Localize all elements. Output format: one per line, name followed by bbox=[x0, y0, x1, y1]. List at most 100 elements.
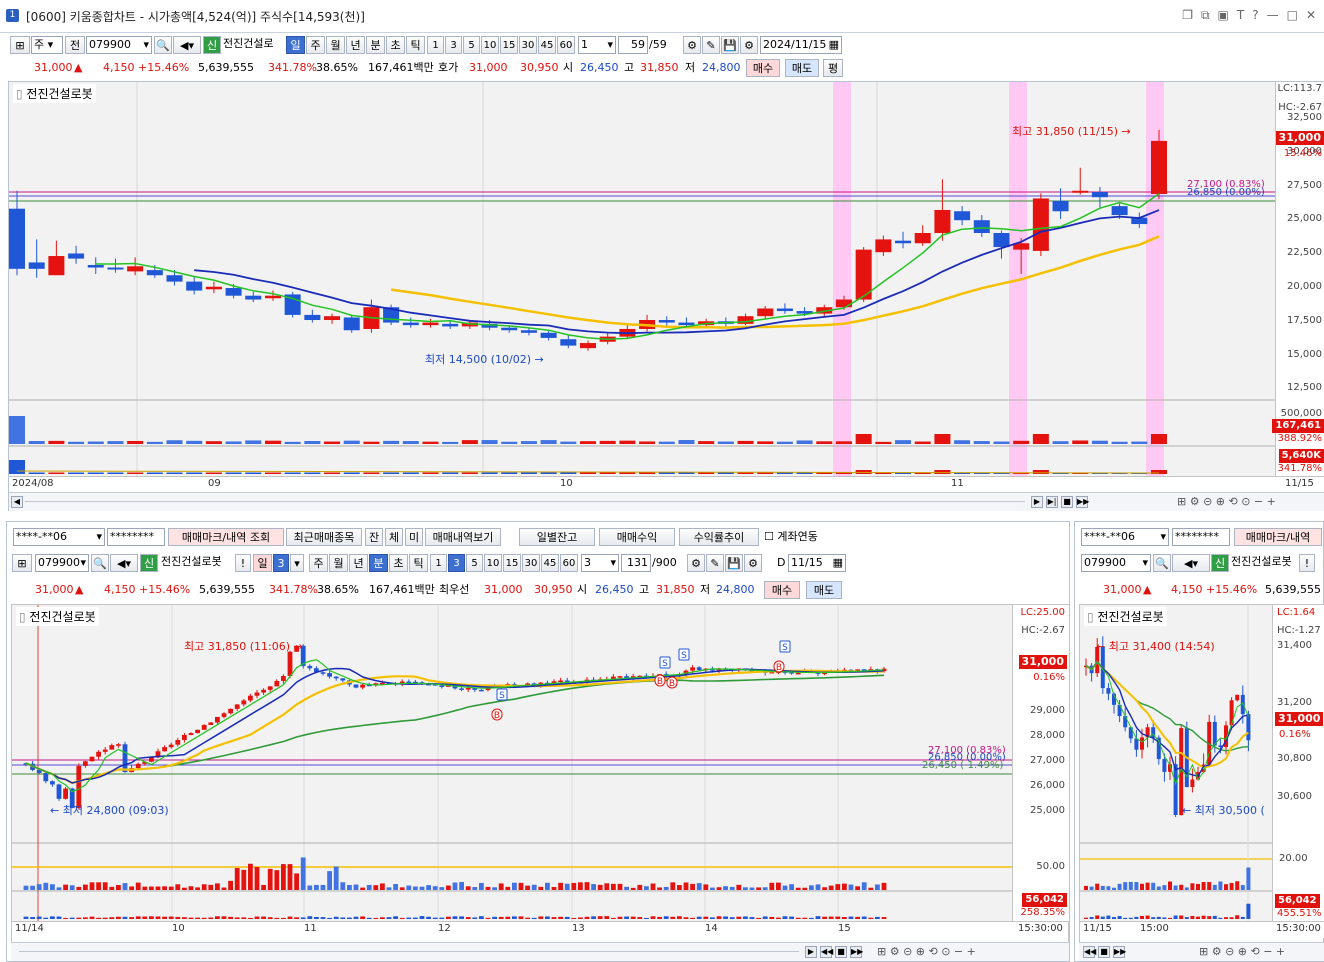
chart-scrollbar[interactable]: ◀ ▶ ▶| ■ ▶▶ ⊞ ⚙ ⊝ ⊕ ⟲ ⊙ − + bbox=[9, 492, 1324, 511]
restore-icon[interactable]: ❐ bbox=[1182, 8, 1193, 23]
prev-fast-icon-3[interactable]: ◀◀ bbox=[1083, 946, 1096, 958]
zoom-icons[interactable]: ⊞ ⚙ ⊝ ⊕ ⟲ ⊙ − + bbox=[1177, 495, 1276, 508]
layout-icon[interactable]: ⊞ bbox=[10, 36, 30, 54]
interval-select[interactable]: 1 ▾ bbox=[578, 36, 616, 54]
alert-icon[interactable]: ! bbox=[235, 554, 251, 572]
stop-icon-3[interactable]: ■ bbox=[1098, 946, 1110, 958]
next-icon[interactable]: ▶| bbox=[1046, 496, 1058, 508]
min-5-button-2[interactable]: 5 bbox=[466, 554, 483, 572]
help-icon[interactable]: ? bbox=[1252, 8, 1258, 23]
period-year-button-2[interactable]: 년 bbox=[349, 554, 368, 572]
gear-icon[interactable]: ⚙ bbox=[740, 36, 758, 54]
recent-trade-button[interactable]: 최근매매종목 bbox=[286, 528, 362, 546]
save-icon-2[interactable]: 💾 bbox=[725, 554, 743, 572]
trade-mark-button-3[interactable]: 매매마크/내역 bbox=[1234, 528, 1322, 546]
count-input-2[interactable]: 131 bbox=[621, 554, 651, 572]
period-week-button[interactable]: 주 bbox=[306, 36, 325, 54]
gear-icon-2[interactable]: ⚙ bbox=[744, 554, 762, 572]
min-3-button-2[interactable]: 3 bbox=[448, 554, 465, 572]
period-year-button[interactable]: 년 bbox=[346, 36, 365, 54]
account-select[interactable]: ****-**06 ▾ bbox=[13, 528, 105, 546]
period-day-button-2[interactable]: 일 bbox=[253, 554, 272, 572]
tool-icon[interactable]: ✎ bbox=[702, 36, 720, 54]
period-number[interactable]: 3 bbox=[273, 554, 289, 572]
sound-icon[interactable]: ◀▾ bbox=[173, 36, 201, 54]
indicator-icon[interactable]: ⚙ bbox=[683, 36, 701, 54]
play-icon-2[interactable]: ▶ bbox=[805, 946, 817, 958]
alert-icon-3[interactable]: ! bbox=[1299, 554, 1315, 572]
play-icon[interactable]: ▶ bbox=[1031, 496, 1043, 508]
count-input[interactable]: 59 bbox=[618, 36, 648, 54]
maximize-icon[interactable]: □ bbox=[1287, 8, 1298, 23]
min-45-button[interactable]: 45 bbox=[538, 36, 556, 54]
close-icon[interactable]: ✕ bbox=[1306, 8, 1316, 23]
password-input-3[interactable]: ******** bbox=[1172, 528, 1230, 546]
unit-second-button-2[interactable]: 초 bbox=[389, 554, 408, 572]
chart-scrollbar-3[interactable]: ◀◀ ■ ▶▶ ⊞ ⚙ ⊝ ⊕ ⟲ − + bbox=[1079, 942, 1324, 961]
min-10-button[interactable]: 10 bbox=[481, 36, 499, 54]
account-link-checkbox[interactable]: ☐ 계좌연동 bbox=[764, 529, 818, 545]
buy-button[interactable]: 매수 bbox=[746, 59, 780, 77]
daily-candle-chart[interactable] bbox=[9, 82, 1275, 482]
sell-button-2[interactable]: 매도 bbox=[806, 581, 842, 599]
stock-code-input-2[interactable]: 079900 ▾ bbox=[35, 554, 89, 572]
trade-mark-button[interactable]: 매매마크/내역 조회 bbox=[168, 528, 284, 546]
unit-second-button[interactable]: 초 bbox=[386, 36, 405, 54]
period-day-button[interactable]: 일 bbox=[286, 36, 305, 54]
sound-icon-2[interactable]: ◀▾ bbox=[110, 554, 138, 572]
trade-profit-button[interactable]: 매매수익 bbox=[599, 528, 675, 546]
scroll-track[interactable] bbox=[25, 501, 1025, 502]
prev-button[interactable]: 전 bbox=[65, 36, 85, 54]
zoom-icons-2[interactable]: ⊞ ⚙ ⊝ ⊕ ⟲ ⊙ − + bbox=[877, 945, 976, 958]
average-button[interactable]: 평 bbox=[823, 59, 843, 77]
search-icon-2[interactable]: 🔍 bbox=[91, 554, 109, 572]
pin-icon[interactable]: ⧉ bbox=[1201, 8, 1210, 23]
period-month-button-2[interactable]: 월 bbox=[329, 554, 348, 572]
buy-button-2[interactable]: 매수 bbox=[764, 581, 800, 599]
min-30-button[interactable]: 30 bbox=[519, 36, 537, 54]
layout-icon-2[interactable]: ⊞ bbox=[12, 554, 32, 572]
font-icon[interactable]: T bbox=[1237, 8, 1244, 23]
minimize-icon[interactable]: — bbox=[1267, 8, 1279, 23]
fast-forward-icon[interactable]: ▶▶ bbox=[1076, 496, 1089, 508]
sell-button[interactable]: 매도 bbox=[785, 59, 819, 77]
zoom-icons-3[interactable]: ⊞ ⚙ ⊝ ⊕ ⟲ − + bbox=[1199, 945, 1285, 958]
min-15-button[interactable]: 15 bbox=[500, 36, 518, 54]
scroll-left-icon[interactable]: ◀ bbox=[11, 496, 23, 508]
search-icon[interactable]: 🔍 bbox=[154, 36, 172, 54]
min-1-button[interactable]: 1 bbox=[427, 36, 444, 54]
stop-icon-2[interactable]: ■ bbox=[835, 946, 847, 958]
daily-balance-button[interactable]: 일별잔고 bbox=[519, 528, 595, 546]
fast-forward-icon-2[interactable]: ▶▶ bbox=[850, 946, 863, 958]
unit-tick-button-2[interactable]: 틱 bbox=[409, 554, 428, 572]
chart-scrollbar-2[interactable]: ▶ ◀◀ ■ ▶▶ ⊞ ⚙ ⊝ ⊕ ⟲ ⊙ − + bbox=[11, 942, 1069, 961]
min-60-button-2[interactable]: 60 bbox=[560, 554, 578, 572]
min-30-button-2[interactable]: 30 bbox=[522, 554, 540, 572]
prev-fast-icon-2[interactable]: ◀◀ bbox=[820, 946, 833, 958]
date-input[interactable]: 2024/11/15 ▦ bbox=[760, 36, 842, 54]
min-3-button[interactable]: 3 bbox=[445, 36, 462, 54]
date-input-2[interactable]: 11/15 ▦ bbox=[788, 554, 846, 572]
min-1-button-2[interactable]: 1 bbox=[430, 554, 447, 572]
stock-code-input[interactable]: 079900 ▾ bbox=[86, 36, 152, 54]
lock-icon[interactable]: ▣ bbox=[1218, 8, 1229, 23]
filled-button[interactable]: 체 bbox=[385, 528, 403, 546]
scroll-track-2[interactable] bbox=[19, 951, 799, 952]
account-select-3[interactable]: ****-**06 ▾ bbox=[1081, 528, 1169, 546]
search-icon-3[interactable]: 🔍 bbox=[1153, 554, 1171, 572]
password-input[interactable]: ******** bbox=[107, 528, 165, 546]
period-month-button[interactable]: 월 bbox=[326, 36, 345, 54]
unit-minute-button-2[interactable]: 분 bbox=[369, 554, 388, 572]
min-45-button-2[interactable]: 45 bbox=[541, 554, 559, 572]
min-60-button[interactable]: 60 bbox=[557, 36, 575, 54]
indicator-icon-2[interactable]: ⚙ bbox=[687, 554, 705, 572]
min-5-button[interactable]: 5 bbox=[463, 36, 480, 54]
stop-icon[interactable]: ■ bbox=[1061, 496, 1073, 508]
sound-icon-3[interactable]: ◀▾ bbox=[1172, 554, 1210, 572]
min-15-button-2[interactable]: 15 bbox=[503, 554, 521, 572]
period-select[interactable]: 주 ▾ bbox=[31, 36, 63, 54]
balance-button[interactable]: 잔 bbox=[365, 528, 383, 546]
fast-forward-icon-3[interactable]: ▶▶ bbox=[1113, 946, 1126, 958]
tool-icon-2[interactable]: ✎ bbox=[706, 554, 724, 572]
stock-code-input-3[interactable]: 079900 ▾ bbox=[1081, 554, 1151, 572]
